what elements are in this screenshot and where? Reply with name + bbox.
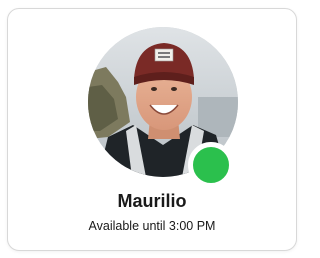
- profile-card: Maurilio Available until 3:00 PM: [7, 8, 297, 251]
- user-name: Maurilio: [117, 191, 187, 211]
- avatar-container: [88, 27, 238, 188]
- online-status-indicator: [188, 142, 234, 188]
- availability-text: Available until 3:00 PM: [88, 219, 216, 233]
